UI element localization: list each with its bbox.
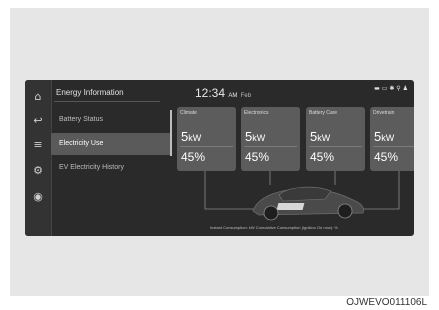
clock-ampm: AM bbox=[228, 93, 238, 99]
connector-line-drivetrain bbox=[360, 171, 400, 210]
card-title: Battery Care bbox=[309, 110, 338, 116]
status-bar: ▬ ▭ ✱ ⚲ ♟ bbox=[374, 85, 408, 92]
card-divider bbox=[309, 146, 362, 147]
user-icon: ♟ bbox=[402, 85, 408, 92]
card-percent: 45% bbox=[181, 150, 206, 164]
card-drivetrain[interactable]: Drivetrain 5kW 45% bbox=[370, 107, 414, 171]
card-power: 5kW bbox=[245, 129, 266, 144]
card-percent: 45% bbox=[245, 150, 270, 164]
battery-icon: ▭ bbox=[381, 85, 388, 92]
clock-time: 12:34 bbox=[195, 86, 226, 100]
ev-icon[interactable]: ◉ bbox=[31, 190, 45, 204]
menu-scrollbar[interactable] bbox=[170, 110, 172, 156]
card-divider bbox=[244, 146, 297, 147]
page-title: Energy Information bbox=[56, 88, 124, 97]
card-title: Climate bbox=[180, 110, 197, 116]
settings-icon[interactable]: ⚙ bbox=[31, 164, 45, 178]
image-code: OJWEVO011106L bbox=[346, 297, 427, 308]
menu-item-electricity-use[interactable]: Electricity Use bbox=[51, 133, 171, 155]
signal-icon: ▬ bbox=[374, 85, 380, 92]
card-divider bbox=[180, 146, 233, 147]
card-electronics[interactable]: Electronics 5kW 45% bbox=[241, 107, 300, 171]
home-icon[interactable]: ⌂ bbox=[31, 90, 45, 104]
infotainment-screen: ⌂ ↩ ≡ ⚙ ◉ Energy Information Battery Sta… bbox=[25, 80, 414, 236]
clock: 12:34 AM Feb bbox=[195, 86, 251, 100]
menu-item-ev-electricity-history[interactable]: EV Electricity History bbox=[51, 157, 171, 179]
card-percent: 45% bbox=[374, 150, 399, 164]
card-divider bbox=[373, 146, 414, 147]
card-battery-care[interactable]: Battery Care 5kW 45% bbox=[306, 107, 365, 171]
clock-date: Feb bbox=[240, 93, 252, 99]
connector-line-climate bbox=[204, 171, 255, 210]
card-percent: 45% bbox=[310, 150, 335, 164]
car-body bbox=[252, 186, 364, 221]
bluetooth-icon: ✱ bbox=[389, 85, 395, 92]
car-illustration bbox=[204, 171, 400, 221]
menu-item-battery-status[interactable]: Battery Status bbox=[51, 109, 171, 131]
card-climate[interactable]: Climate 5kW 45% bbox=[177, 107, 236, 171]
card-title: Drivetrain bbox=[373, 110, 395, 116]
icon-rail: ⌂ ↩ ≡ ⚙ ◉ bbox=[25, 80, 52, 236]
title-divider bbox=[54, 101, 160, 102]
card-power: 5kW bbox=[374, 129, 395, 144]
menu-icon[interactable]: ≡ bbox=[31, 138, 45, 152]
consumption-caption: Instant Consumption: kW Cumulative Consu… bbox=[210, 225, 338, 230]
back-icon[interactable]: ↩ bbox=[31, 114, 45, 128]
card-power: 5kW bbox=[310, 129, 331, 144]
card-power: 5kW bbox=[181, 129, 202, 144]
location-icon: ⚲ bbox=[396, 85, 401, 92]
card-title: Electronics bbox=[244, 110, 269, 116]
